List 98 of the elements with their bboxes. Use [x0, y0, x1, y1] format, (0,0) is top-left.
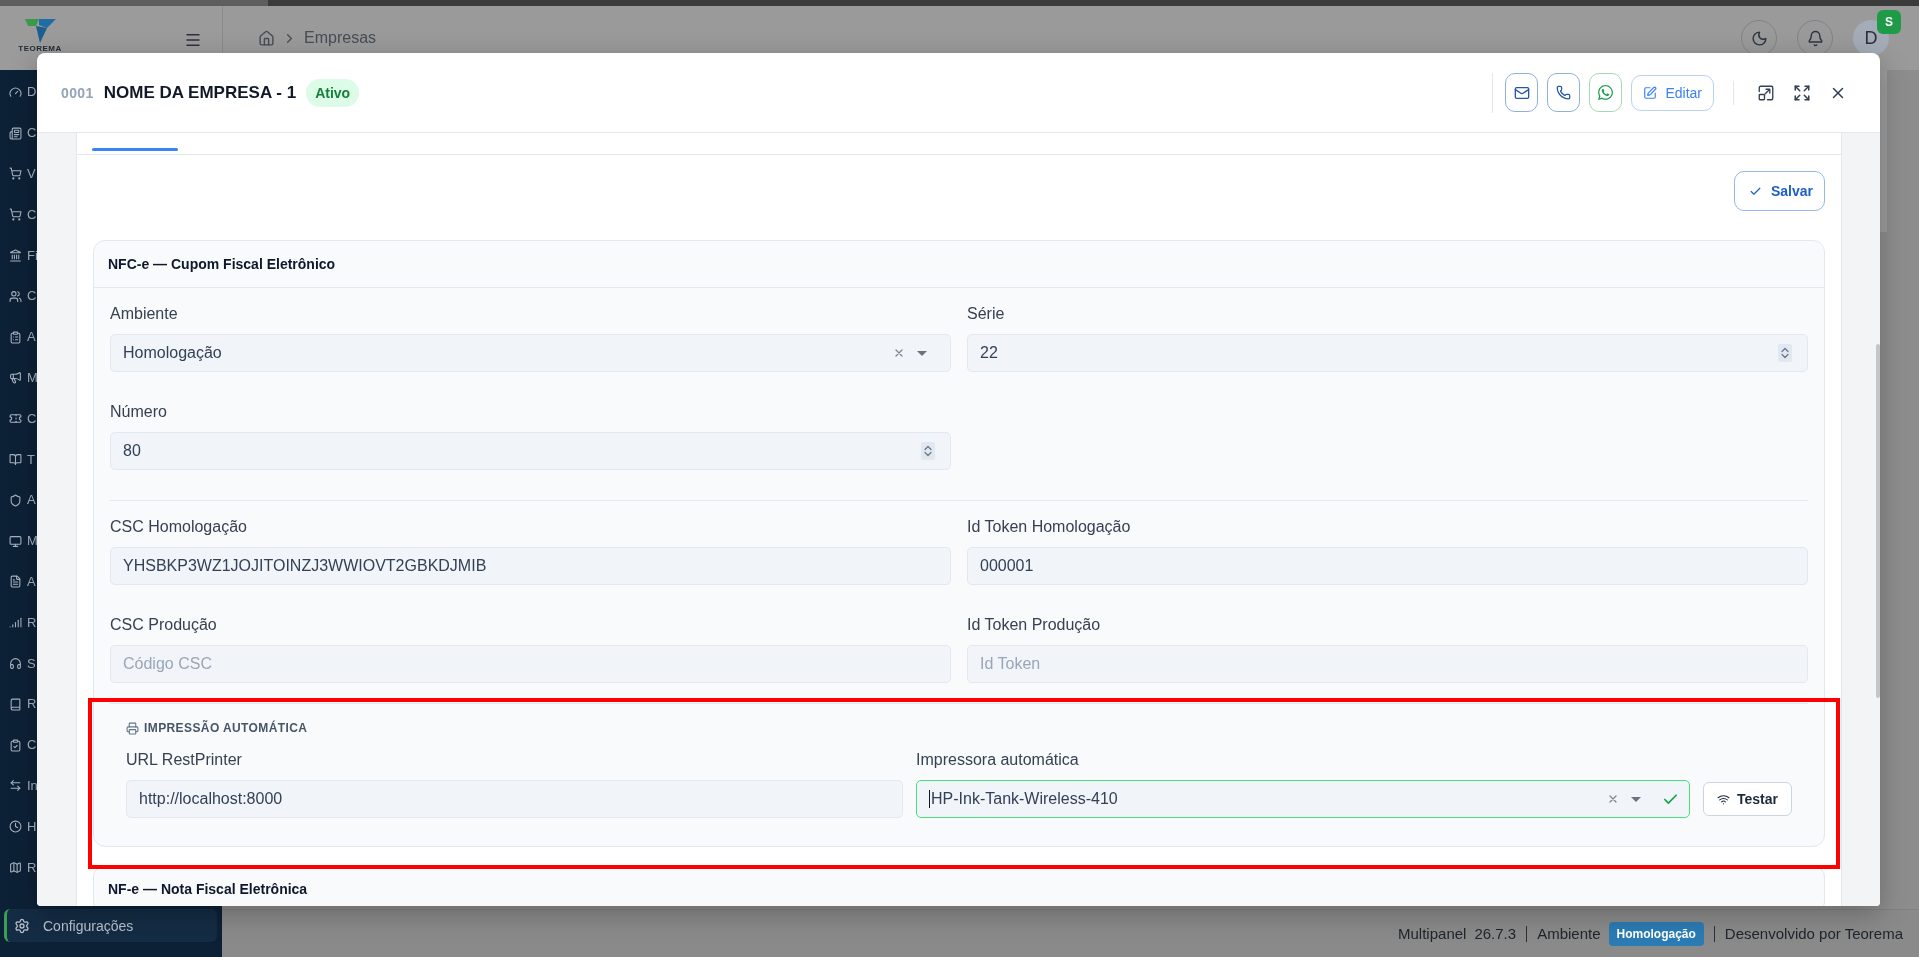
app-version: 26.7.3	[1474, 924, 1517, 943]
sidebar-item[interactable]: Fi	[9, 247, 38, 264]
sidebar-item[interactable]: A	[9, 492, 36, 509]
headset-icon	[9, 657, 22, 671]
printer-icon	[126, 721, 139, 735]
sidebar-item[interactable]: A	[9, 329, 36, 346]
edit-button[interactable]: Editar	[1631, 74, 1714, 111]
environment-label: Ambiente	[1537, 924, 1601, 943]
brand-name: TEOREMA	[18, 45, 62, 53]
gear-icon	[14, 917, 30, 934]
book-icon	[9, 697, 22, 711]
sidebar-item[interactable]: C	[9, 288, 37, 305]
section-title: NFC-e — Cupom Fiscal Eletrônico	[108, 256, 336, 272]
sidebar-item[interactable]: M	[9, 369, 38, 386]
company-code: 0001	[61, 84, 94, 101]
field-label: CSC Produção	[110, 615, 218, 635]
sidebar-item[interactable]: C	[9, 410, 37, 427]
save-button[interactable]: Salvar	[1733, 171, 1825, 211]
developer-credit: Desenvolvido por Teorema	[1724, 924, 1903, 943]
company-name: NOME DA EMPRESA - 1	[103, 82, 297, 103]
wifi-icon	[1717, 792, 1730, 806]
cart-icon	[9, 167, 22, 181]
field-label: Série	[967, 304, 1006, 324]
map-icon	[9, 861, 22, 875]
home-icon[interactable]	[258, 29, 275, 47]
field-label: Id Token Produção	[967, 615, 1102, 635]
shield-icon	[9, 493, 22, 507]
sidebar-item[interactable]: S	[9, 655, 36, 672]
status-badge: Ativo	[306, 78, 360, 107]
sidebar-item[interactable]: R	[9, 614, 37, 631]
clock-icon	[9, 820, 22, 834]
clear-icon[interactable]	[1609, 795, 1617, 803]
subsection-title: IMPRESSÃO AUTOMÁTICA	[144, 720, 308, 736]
text-input[interactable]: YHSBKP3WZ1JOJITOINZJ3WWIOVT2GBKDJMIB	[110, 547, 951, 585]
cart-icon	[9, 208, 22, 222]
environment-badge: Homologação	[1608, 921, 1704, 946]
document-icon	[9, 575, 22, 589]
field-label: Impressora automática	[916, 750, 1080, 770]
scrollbar-thumb[interactable]	[1876, 344, 1880, 698]
stepper-icon[interactable]	[921, 442, 935, 460]
section-title: NF-e — Nota Fiscal Eletrônica	[108, 881, 308, 897]
field-label: Id Token Homologação	[967, 517, 1132, 537]
whatsapp-button[interactable]	[1589, 73, 1623, 112]
bell-icon	[1806, 29, 1824, 47]
menu-icon[interactable]	[184, 31, 202, 49]
sidebar-item[interactable]: T	[9, 451, 35, 468]
test-button[interactable]: Testar	[1703, 782, 1792, 816]
field-label: Ambiente	[110, 304, 179, 324]
users-icon	[9, 289, 22, 303]
stepper-icon[interactable]	[1778, 344, 1792, 362]
select-field[interactable]: HP-Ink-Tank-Wireless-410	[916, 780, 1690, 818]
bank-icon	[9, 249, 22, 263]
sidebar-item[interactable]: C	[9, 737, 37, 754]
text-input[interactable]: http://localhost:8000	[126, 780, 903, 818]
sidebar-item[interactable]: M	[9, 533, 38, 550]
clear-icon[interactable]	[895, 349, 903, 357]
call-button[interactable]	[1547, 73, 1581, 112]
sidebar-item[interactable]: R	[9, 696, 37, 713]
book-icon	[9, 453, 22, 467]
field-label: URL RestPrinter	[126, 750, 243, 770]
popout-icon[interactable]	[1757, 83, 1775, 102]
arrows-icon	[9, 779, 22, 793]
email-button[interactable]	[1505, 73, 1539, 112]
clipboard-icon	[9, 330, 22, 344]
sidebar-item[interactable]: H	[9, 818, 37, 835]
field-label: CSC Homologação	[110, 517, 248, 537]
edit-icon	[1643, 85, 1658, 100]
dropdown-caret-icon[interactable]	[1631, 796, 1641, 802]
sidebar-item[interactable]: R	[9, 859, 37, 876]
monitor-icon	[9, 534, 22, 548]
gauge-icon	[9, 85, 22, 99]
field-label: Número	[110, 402, 168, 422]
clipboard-icon	[9, 738, 22, 752]
avatar-badge: S	[1877, 10, 1901, 34]
envelope-icon	[1513, 84, 1530, 101]
number-input[interactable]: 80	[110, 432, 951, 470]
dropdown-caret-icon[interactable]	[917, 350, 927, 356]
sidebar-item[interactable]: A	[9, 573, 36, 590]
moon-icon	[1750, 29, 1768, 47]
whatsapp-icon	[1597, 84, 1615, 101]
number-input[interactable]: 22	[967, 334, 1808, 372]
phone-icon	[1556, 85, 1572, 100]
sidebar-item[interactable]: C	[9, 125, 37, 142]
megaphone-icon	[9, 371, 22, 385]
sidebar-item[interactable]: Configurações	[4, 909, 217, 942]
sidebar-item[interactable]: C	[9, 206, 37, 223]
select-field[interactable]: Homologação	[110, 334, 951, 372]
logo-mark-icon	[24, 19, 56, 43]
sidebar-item[interactable]: D	[9, 84, 37, 101]
text-input[interactable]: 000001	[967, 547, 1808, 585]
bar-chart-icon	[9, 616, 22, 630]
sidebar-item[interactable]: In	[9, 777, 38, 794]
breadcrumb-current: Empresas	[304, 28, 377, 48]
sidebar-item[interactable]: V	[9, 166, 36, 182]
app-name: Multipanel	[1398, 924, 1467, 943]
expand-icon[interactable]	[1793, 83, 1811, 102]
newspaper-icon	[9, 126, 22, 140]
ticket-icon	[9, 412, 22, 426]
